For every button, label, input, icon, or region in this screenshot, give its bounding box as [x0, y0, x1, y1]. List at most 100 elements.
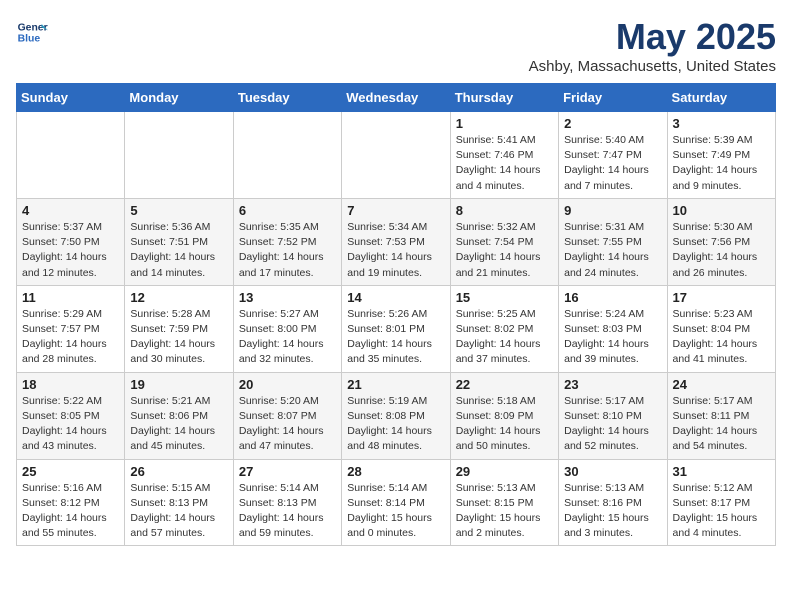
weekday-header-row: SundayMondayTuesdayWednesdayThursdayFrid… [17, 84, 776, 112]
calendar-cell: 15 Sunrise: 5:25 AM Sunset: 8:02 PM Dayli… [450, 285, 558, 372]
calendar-cell: 18Sunrise: 5:22 AM Sunset: 8:05 PM Dayli… [17, 372, 125, 459]
day-number: 19 [130, 377, 227, 392]
day-info: Sunrise: 5:32 AM Sunset: 7:54 PM Dayligh… [456, 220, 553, 281]
calendar-cell: 9 Sunrise: 5:31 AM Sunset: 7:55 PM Daylig… [559, 198, 667, 285]
day-info: Sunrise: 5:26 AM Sunset: 8:01 PM Dayligh… [347, 307, 444, 368]
weekday-header-wednesday: Wednesday [342, 84, 450, 112]
calendar-cell: 26 Sunrise: 5:15 AM Sunset: 8:13 PM Dayli… [125, 459, 233, 546]
day-info: Sunrise: 5:41 AM Sunset: 7:46 PM Dayligh… [456, 133, 553, 194]
day-info: Sunrise: 5:21 AM Sunset: 8:06 PM Dayligh… [130, 394, 227, 455]
day-number: 9 [564, 203, 661, 218]
day-info: Sunrise: 5:25 AM Sunset: 8:02 PM Dayligh… [456, 307, 553, 368]
calendar-week-1: 1 Sunrise: 5:41 AM Sunset: 7:46 PM Daylig… [17, 112, 776, 199]
day-info: Sunrise: 5:27 AM Sunset: 8:00 PM Dayligh… [239, 307, 336, 368]
day-number: 15 [456, 290, 553, 305]
day-number: 10 [673, 203, 770, 218]
day-info: Sunrise: 5:37 AM Sunset: 7:50 PM Dayligh… [22, 220, 119, 281]
calendar-cell: 17Sunrise: 5:23 AM Sunset: 8:04 PM Dayli… [667, 285, 775, 372]
calendar-cell: 19 Sunrise: 5:21 AM Sunset: 8:06 PM Dayli… [125, 372, 233, 459]
day-number: 29 [456, 464, 553, 479]
day-info: Sunrise: 5:40 AM Sunset: 7:47 PM Dayligh… [564, 133, 661, 194]
day-number: 2 [564, 116, 661, 131]
day-info: Sunrise: 5:15 AM Sunset: 8:13 PM Dayligh… [130, 481, 227, 542]
day-info: Sunrise: 5:20 AM Sunset: 8:07 PM Dayligh… [239, 394, 336, 455]
calendar-week-5: 25 Sunrise: 5:16 AM Sunset: 8:12 PM Dayli… [17, 459, 776, 546]
day-number: 12 [130, 290, 227, 305]
day-number: 18 [22, 377, 119, 392]
day-info: Sunrise: 5:31 AM Sunset: 7:55 PM Dayligh… [564, 220, 661, 281]
weekday-header-thursday: Thursday [450, 84, 558, 112]
day-info: Sunrise: 5:28 AM Sunset: 7:59 PM Dayligh… [130, 307, 227, 368]
day-number: 14 [347, 290, 444, 305]
day-number: 16 [564, 290, 661, 305]
calendar-cell [342, 112, 450, 199]
calendar-table: SundayMondayTuesdayWednesdayThursdayFrid… [16, 83, 776, 546]
calendar-cell: 31 Sunrise: 5:12 AM Sunset: 8:17 PM Dayli… [667, 459, 775, 546]
calendar-cell: 22 Sunrise: 5:18 AM Sunset: 8:09 PM Dayli… [450, 372, 558, 459]
day-number: 5 [130, 203, 227, 218]
day-info: Sunrise: 5:18 AM Sunset: 8:09 PM Dayligh… [456, 394, 553, 455]
calendar-cell: 30Sunrise: 5:13 AM Sunset: 8:16 PM Dayli… [559, 459, 667, 546]
calendar-cell [233, 112, 341, 199]
calendar-cell: 24Sunrise: 5:17 AM Sunset: 8:11 PM Dayli… [667, 372, 775, 459]
day-info: Sunrise: 5:14 AM Sunset: 8:14 PM Dayligh… [347, 481, 444, 542]
day-number: 20 [239, 377, 336, 392]
calendar-cell: 4 Sunrise: 5:37 AM Sunset: 7:50 PM Daylig… [17, 198, 125, 285]
day-number: 26 [130, 464, 227, 479]
title-block: May 2025 Ashby, Massachusetts, United St… [529, 16, 776, 75]
calendar-cell: 21Sunrise: 5:19 AM Sunset: 8:08 PM Dayli… [342, 372, 450, 459]
calendar-cell: 20 Sunrise: 5:20 AM Sunset: 8:07 PM Dayli… [233, 372, 341, 459]
day-number: 8 [456, 203, 553, 218]
calendar-cell: 11Sunrise: 5:29 AM Sunset: 7:57 PM Dayli… [17, 285, 125, 372]
calendar-cell: 16 Sunrise: 5:24 AM Sunset: 8:03 PM Dayli… [559, 285, 667, 372]
day-number: 31 [673, 464, 770, 479]
calendar-cell: 12 Sunrise: 5:28 AM Sunset: 7:59 PM Dayli… [125, 285, 233, 372]
day-number: 25 [22, 464, 119, 479]
day-info: Sunrise: 5:17 AM Sunset: 8:10 PM Dayligh… [564, 394, 661, 455]
svg-text:Blue: Blue [18, 34, 41, 45]
day-number: 7 [347, 203, 444, 218]
day-number: 1 [456, 116, 553, 131]
calendar-cell: 28 Sunrise: 5:14 AM Sunset: 8:14 PM Dayli… [342, 459, 450, 546]
calendar-week-3: 11Sunrise: 5:29 AM Sunset: 7:57 PM Dayli… [17, 285, 776, 372]
day-info: Sunrise: 5:19 AM Sunset: 8:08 PM Dayligh… [347, 394, 444, 455]
day-number: 11 [22, 290, 119, 305]
calendar-cell [17, 112, 125, 199]
day-number: 28 [347, 464, 444, 479]
location-subtitle: Ashby, Massachusetts, United States [529, 58, 776, 75]
day-info: Sunrise: 5:30 AM Sunset: 7:56 PM Dayligh… [673, 220, 770, 281]
day-number: 30 [564, 464, 661, 479]
day-number: 3 [673, 116, 770, 131]
weekday-header-friday: Friday [559, 84, 667, 112]
day-number: 22 [456, 377, 553, 392]
calendar-cell: 10 Sunrise: 5:30 AM Sunset: 7:56 PM Dayli… [667, 198, 775, 285]
day-info: Sunrise: 5:14 AM Sunset: 8:13 PM Dayligh… [239, 481, 336, 542]
calendar-cell: 2 Sunrise: 5:40 AM Sunset: 7:47 PM Daylig… [559, 112, 667, 199]
calendar-cell: 25 Sunrise: 5:16 AM Sunset: 8:12 PM Dayli… [17, 459, 125, 546]
day-number: 4 [22, 203, 119, 218]
day-info: Sunrise: 5:13 AM Sunset: 8:15 PM Dayligh… [456, 481, 553, 542]
weekday-header-sunday: Sunday [17, 84, 125, 112]
logo: General Blue [16, 16, 48, 48]
day-info: Sunrise: 5:24 AM Sunset: 8:03 PM Dayligh… [564, 307, 661, 368]
calendar-cell [125, 112, 233, 199]
weekday-header-tuesday: Tuesday [233, 84, 341, 112]
calendar-cell: 1 Sunrise: 5:41 AM Sunset: 7:46 PM Daylig… [450, 112, 558, 199]
weekday-header-monday: Monday [125, 84, 233, 112]
calendar-cell: 6Sunrise: 5:35 AM Sunset: 7:52 PM Daylig… [233, 198, 341, 285]
calendar-cell: 27Sunrise: 5:14 AM Sunset: 8:13 PM Dayli… [233, 459, 341, 546]
month-title: May 2025 [529, 16, 776, 58]
day-info: Sunrise: 5:16 AM Sunset: 8:12 PM Dayligh… [22, 481, 119, 542]
calendar-week-2: 4 Sunrise: 5:37 AM Sunset: 7:50 PM Daylig… [17, 198, 776, 285]
page-header: General Blue May 2025 Ashby, Massachuset… [16, 16, 776, 75]
calendar-cell: 8 Sunrise: 5:32 AM Sunset: 7:54 PM Daylig… [450, 198, 558, 285]
day-info: Sunrise: 5:17 AM Sunset: 8:11 PM Dayligh… [673, 394, 770, 455]
day-number: 23 [564, 377, 661, 392]
logo-icon: General Blue [16, 16, 48, 48]
day-info: Sunrise: 5:36 AM Sunset: 7:51 PM Dayligh… [130, 220, 227, 281]
day-number: 6 [239, 203, 336, 218]
calendar-cell: 13Sunrise: 5:27 AM Sunset: 8:00 PM Dayli… [233, 285, 341, 372]
day-number: 17 [673, 290, 770, 305]
calendar-cell: 23 Sunrise: 5:17 AM Sunset: 8:10 PM Dayli… [559, 372, 667, 459]
day-info: Sunrise: 5:12 AM Sunset: 8:17 PM Dayligh… [673, 481, 770, 542]
